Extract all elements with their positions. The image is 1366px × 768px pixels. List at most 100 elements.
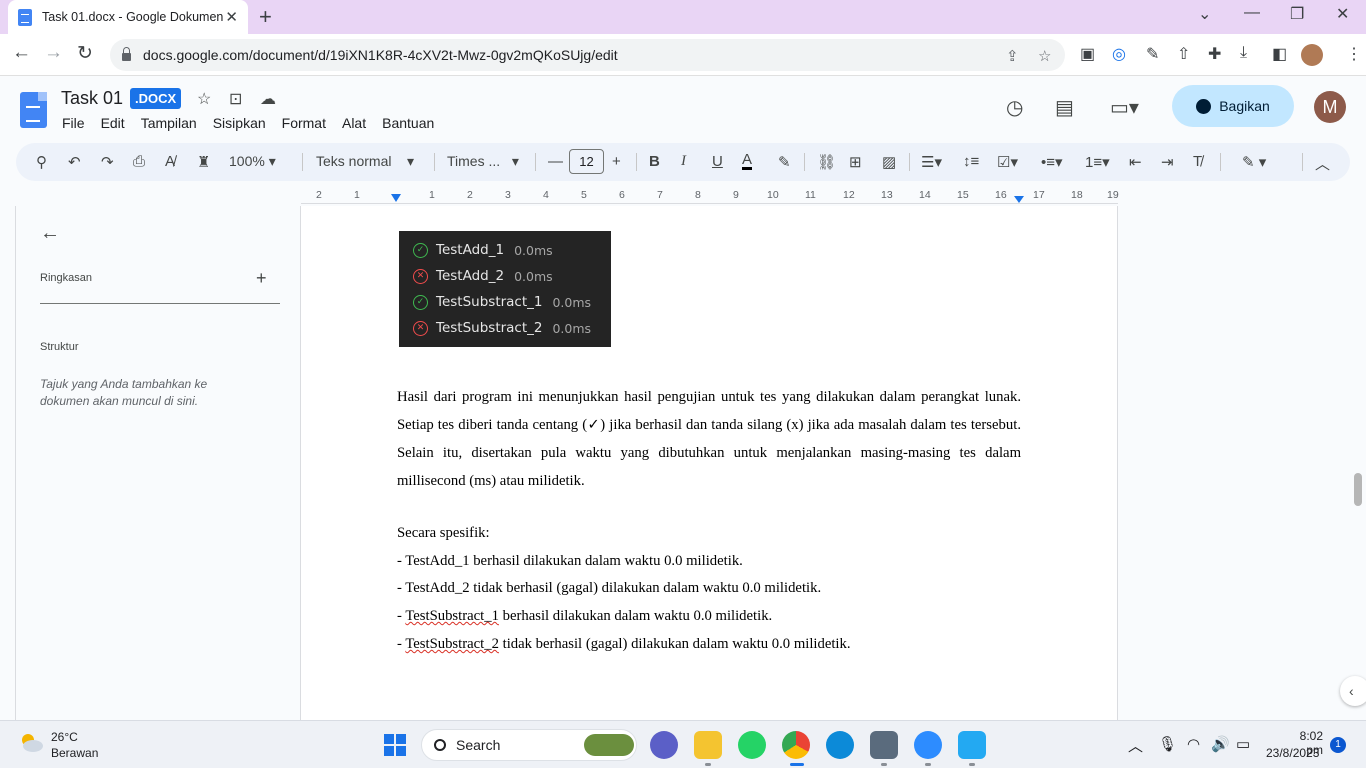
close-window-icon[interactable]: ✕ <box>1336 4 1349 24</box>
circle-extension-icon[interactable]: ◎ <box>1112 44 1126 64</box>
notification-badge[interactable]: 1 <box>1330 737 1346 753</box>
test-results-image[interactable]: ✓ TestAdd_1 0.0ms ✕ TestAdd_2 0.0ms ✓ Te… <box>399 231 611 347</box>
result-line[interactable]: - TestAdd_1 berhasil dilakukan dalam wak… <box>397 553 743 570</box>
restore-icon[interactable]: ❐ <box>1290 4 1304 24</box>
calculator-icon[interactable] <box>870 731 898 759</box>
menu-tools[interactable]: Alat <box>342 115 366 131</box>
specific-heading[interactable]: Secara spesifik: <box>397 525 490 542</box>
comments-icon[interactable]: ▤ <box>1055 95 1074 120</box>
chrome-icon[interactable] <box>782 731 810 759</box>
weather-cloud-icon[interactable] <box>18 731 44 753</box>
address-bar[interactable]: docs.google.com/document/d/19iXN1K8R-4cX… <box>110 39 1065 71</box>
close-outline-arrow-icon[interactable]: ← <box>40 222 60 245</box>
link-icon[interactable]: ⛓ <box>817 153 836 171</box>
weather-temperature[interactable]: 26°C <box>51 730 78 744</box>
right-indent-marker[interactable] <box>1014 196 1024 203</box>
zoom-app-icon[interactable] <box>914 731 942 759</box>
side-panel-icon[interactable]: ◧ <box>1272 44 1287 64</box>
clear-formatting-icon[interactable]: T̸ <box>1193 153 1202 170</box>
checklist-icon[interactable]: ☑▾ <box>997 153 1018 171</box>
taskbar-search[interactable]: Search <box>421 729 637 761</box>
paint-format-icon[interactable]: ♜ <box>197 153 210 171</box>
show-hidden-icons-icon[interactable]: ︿ <box>1128 735 1143 756</box>
paragraph-style-select[interactable]: Teks normal ▾ <box>316 153 414 170</box>
browser-menu-icon[interactable]: ⋮ <box>1346 44 1362 64</box>
font-size-input[interactable]: 12 <box>569 149 604 174</box>
undo-icon[interactable]: ↶ <box>68 153 81 171</box>
add-summary-icon[interactable]: + <box>256 268 267 289</box>
zoom-select[interactable]: 100% ▾ <box>229 153 276 170</box>
cloud-status-icon[interactable]: ☁ <box>260 89 276 109</box>
redo-icon[interactable]: ↷ <box>101 153 114 171</box>
misspelled-word[interactable]: TestSubstract_1 <box>405 608 499 624</box>
share-button[interactable]: Bagikan <box>1172 85 1294 127</box>
menu-help[interactable]: Bantuan <box>382 115 434 131</box>
result-line[interactable]: - TestAdd_2 tidak berhasil (gagal) dilak… <box>397 580 821 597</box>
spellcheck-icon[interactable]: A̸ <box>165 153 175 170</box>
back-icon[interactable]: ← <box>12 42 31 64</box>
misspelled-word[interactable]: TestSubstract_2 <box>405 636 499 652</box>
camera-extension-icon[interactable]: ▣ <box>1080 44 1095 64</box>
weather-description[interactable]: Berawan <box>51 746 98 760</box>
increase-font-size-icon[interactable]: + <box>612 153 621 170</box>
bookmark-star-icon[interactable]: ☆ <box>1038 47 1051 65</box>
extensions-puzzle-icon[interactable]: ✚ <box>1208 44 1221 64</box>
new-tab-icon[interactable]: + <box>259 4 272 30</box>
wifi-icon[interactable]: ◠ <box>1187 735 1200 753</box>
add-comment-icon[interactable]: ⊞ <box>849 153 862 171</box>
menu-format[interactable]: Format <box>282 115 326 131</box>
vertical-scrollbar[interactable] <box>1354 473 1362 506</box>
tab-search-icon[interactable]: ⌄ <box>1198 4 1211 24</box>
move-folder-icon[interactable]: ⊡ <box>229 89 242 109</box>
left-indent-marker[interactable] <box>391 194 401 202</box>
docs-logo-icon[interactable] <box>20 92 47 128</box>
italic-icon[interactable]: I <box>681 153 686 170</box>
star-icon[interactable]: ☆ <box>197 89 211 109</box>
text-color-icon[interactable]: A <box>742 152 753 170</box>
decrease-font-size-icon[interactable]: — <box>548 153 563 170</box>
bulleted-list-icon[interactable]: •≡▾ <box>1041 153 1063 171</box>
side-panel-toggle-icon[interactable]: ‹ <box>1340 676 1366 706</box>
result-line[interactable]: - TestSubstract_1 berhasil dilakukan dal… <box>397 608 772 625</box>
line-spacing-icon[interactable]: ↕≡ <box>963 153 979 170</box>
print-icon[interactable]: ⎙ <box>133 153 145 170</box>
underline-icon[interactable]: U <box>712 153 723 170</box>
increase-indent-icon[interactable]: ⇥ <box>1161 153 1174 171</box>
highlight-icon[interactable]: ✎ <box>778 153 791 171</box>
meet-icon[interactable]: ▭▾ <box>1110 95 1139 120</box>
body-paragraph[interactable]: Hasil dari program ini menunjukkan hasil… <box>397 383 1021 495</box>
upload-extension-icon[interactable]: ⇧ <box>1177 44 1190 64</box>
numbered-list-icon[interactable]: 1≡▾ <box>1085 153 1110 171</box>
align-icon[interactable]: ☰▾ <box>921 153 942 171</box>
hide-menus-icon[interactable]: ︿ <box>1315 153 1330 174</box>
pen-extension-icon[interactable]: ✎ <box>1146 44 1159 64</box>
volume-icon[interactable]: 🔊 <box>1211 735 1230 753</box>
share-page-icon[interactable]: ⇪ <box>1006 47 1019 65</box>
clock-date[interactable]: 23/8/2023 <box>1266 746 1319 760</box>
insert-image-icon[interactable]: ▨ <box>882 153 896 171</box>
browser-tab[interactable]: Task 01.docx - Google Dokumen ✕ <box>8 0 248 34</box>
battery-icon[interactable]: ▭ <box>1236 735 1250 753</box>
forward-icon[interactable]: → <box>44 42 63 64</box>
minimize-icon[interactable]: — <box>1244 4 1260 22</box>
reload-icon[interactable]: ↻ <box>77 42 93 65</box>
document-title[interactable]: Task 01 <box>61 88 123 109</box>
download-icon[interactable]: ⤓ <box>1240 44 1247 62</box>
profile-avatar[interactable] <box>1301 44 1323 66</box>
microphone-icon[interactable]: 🎙 <box>1158 735 1177 753</box>
version-history-icon[interactable]: ◷ <box>1006 95 1023 120</box>
menu-file[interactable]: File <box>62 115 85 131</box>
teams-chat-icon[interactable] <box>650 731 678 759</box>
search-menus-icon[interactable]: ⚲ <box>36 153 47 171</box>
close-tab-icon[interactable]: ✕ <box>225 8 238 26</box>
bold-icon[interactable]: B <box>649 153 660 170</box>
document-page[interactable]: ✓ TestAdd_1 0.0ms ✕ TestAdd_2 0.0ms ✓ Te… <box>301 206 1118 720</box>
menu-insert[interactable]: Sisipkan <box>213 115 266 131</box>
windows-start-icon[interactable] <box>384 734 406 756</box>
font-select[interactable]: Times ... ▾ <box>447 153 519 170</box>
file-explorer-icon[interactable] <box>694 731 722 759</box>
ruler[interactable]: 2 1 1 2 3 4 5 6 7 8 9 10 11 12 13 14 15 … <box>301 186 1119 206</box>
edge-icon[interactable] <box>826 731 854 759</box>
lock-icon[interactable] <box>122 47 131 61</box>
menu-view[interactable]: Tampilan <box>141 115 197 131</box>
